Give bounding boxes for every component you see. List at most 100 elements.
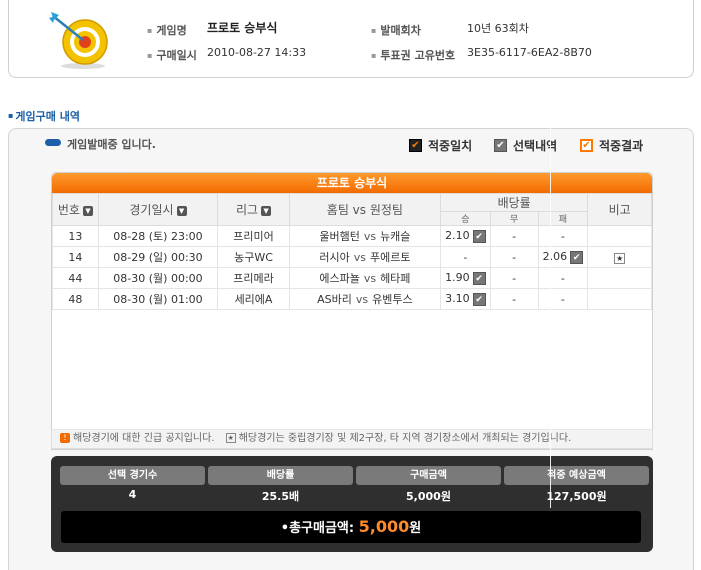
row-lose-odds: - <box>537 225 589 247</box>
round-label: 발매회차 <box>371 22 420 38</box>
col-odds: 배당률 <box>439 193 589 212</box>
row-draw-odds: - <box>489 246 539 268</box>
row-draw-odds: - <box>489 288 539 310</box>
sort-down-icon[interactable]: ▼ <box>82 205 93 216</box>
target-icon <box>49 12 108 69</box>
row-no: 44 <box>52 267 99 289</box>
away-team: 푸에르토 <box>369 251 411 264</box>
legend-hit-match: ✔ 적중일치 <box>409 137 472 154</box>
summary-odds: 25.5배 <box>261 490 300 503</box>
sort-down-icon[interactable]: ▼ <box>176 205 187 216</box>
row-teams: 러시아 vs 푸에르토 <box>288 246 441 268</box>
vs-label: vs <box>355 293 369 306</box>
row-lose-odds: 2.06 ✔ <box>537 246 589 268</box>
row-lose-odds: - <box>537 267 589 289</box>
total-unit: 원 <box>409 521 422 536</box>
col-note: 비고 <box>587 193 652 226</box>
status-indicator-icon <box>45 139 61 146</box>
table-row: 44 08-30 (월) 00:00 프리메라 에스파뇰 vs 헤타페 1.90 ✔ - - <box>52 267 652 289</box>
row-win-odds: 2.10 ✔ <box>439 225 491 247</box>
check-black-icon: ✔ <box>409 139 422 152</box>
selected-check-icon: ✔ <box>472 229 486 243</box>
purchase-date: 2010-08-27 14:33 <box>207 46 307 59</box>
away-team: 헤타페 <box>380 272 411 285</box>
summary-expected-label: 적중 예상금액 <box>504 466 649 485</box>
ticket-id-label: 투표권 고유번호 <box>371 47 455 63</box>
check-gray-icon: ✔ <box>494 139 507 152</box>
row-no: 48 <box>52 288 99 310</box>
table-row: 48 08-30 (월) 01:00 세리에A AS바리 vs 유벤투스 3.10 ✔ - - <box>52 288 652 310</box>
table-row: 14 08-29 (일) 00:30 농구WC 러시아 vs 푸에르토 - -2.06 ✔ ★ <box>52 246 652 268</box>
home-team: 러시아 <box>319 251 350 264</box>
row-note: ★ <box>587 246 652 268</box>
summary-amount-label: 구매금액 <box>356 466 501 485</box>
table-row: 13 08-28 (토) 23:00 프리미어 울버햄턴 vs 뉴캐슬 2.10 ✔ - - <box>52 225 652 247</box>
total-purchase-box: •총구매금액: 5,000원 <box>61 511 641 543</box>
summary-amount: 5,000원 <box>406 490 451 503</box>
col-teams: 홈팀 vs 원정팀 <box>288 193 441 226</box>
row-teams: AS바리 vs 유벤투스 <box>288 288 441 310</box>
sort-down-icon[interactable]: ▼ <box>261 205 272 216</box>
row-no: 14 <box>52 246 99 268</box>
notice-bar: ! 해당경기에 대한 긴급 공지입니다. ★ 해당경기는 중립경기장 및 제2구장,… <box>51 429 653 449</box>
row-note <box>587 225 652 247</box>
row-win-odds: 1.90 ✔ <box>439 267 491 289</box>
row-datetime: 08-30 (월) 00:00 <box>97 267 219 289</box>
row-teams: 에스파뇰 vs 헤타페 <box>288 267 441 289</box>
row-datetime: 08-29 (일) 00:30 <box>97 246 219 268</box>
row-note <box>587 267 652 289</box>
divider-line <box>550 78 551 508</box>
row-league: 프리메라 <box>217 267 290 289</box>
game-name: 프로토 승부식 <box>207 21 278 35</box>
table-title: 프로토 승부식 <box>52 173 652 193</box>
row-datetime: 08-30 (월) 01:00 <box>97 288 219 310</box>
notice-text-neutral: 해당경기는 중립경기장 및 제2구장, 타 지역 경기장소에서 개최되는 경기입… <box>238 433 572 444</box>
check-orange-icon: ✔ <box>580 139 593 152</box>
warning-icon: ! <box>60 433 70 443</box>
selected-check-icon: ✔ <box>570 250 584 264</box>
games-table-card: 프로토 승부식 번호 ▼ 경기일시 ▼ 리그 ▼ 홈팀 vs 원정팀 배당률 비고 승… <box>51 172 653 450</box>
purchase-summary: 선택 경기수 4 배당률 25.5배 구매금액 5,000원 적중 예상금액 1… <box>51 456 653 552</box>
selected-check-icon: ✔ <box>472 292 486 306</box>
vs-label: vs <box>363 272 377 285</box>
games-table: 번호 ▼ 경기일시 ▼ 리그 ▼ 홈팀 vs 원정팀 배당률 비고 승 무 패 13 0… <box>52 193 652 310</box>
row-note <box>587 288 652 310</box>
row-lose-odds: - <box>537 288 589 310</box>
row-draw-odds: - <box>489 225 539 247</box>
row-win-odds: 3.10 ✔ <box>439 288 491 310</box>
summary-expected: 127,500원 <box>546 490 607 503</box>
col-win: 승 <box>439 211 491 226</box>
summary-count-label: 선택 경기수 <box>60 466 205 485</box>
home-team: 울버햄턴 <box>319 230 360 243</box>
star-icon: ★ <box>614 252 626 264</box>
selected-check-icon: ✔ <box>472 271 486 285</box>
summary-count: 4 <box>128 488 137 501</box>
notice-text-urgent: 해당경기에 대한 긴급 공지입니다. <box>73 433 215 444</box>
col-draw: 무 <box>489 211 539 226</box>
row-league: 프리미어 <box>217 225 290 247</box>
col-datetime[interactable]: 경기일시 ▼ <box>97 193 219 226</box>
row-draw-odds: - <box>489 267 539 289</box>
row-datetime: 08-28 (토) 23:00 <box>97 225 219 247</box>
col-no[interactable]: 번호 ▼ <box>52 193 99 226</box>
game-info-panel: 게임명 프로토 승부식 발매회차 10년 63회차 구매일시 2010-08-2… <box>8 0 694 78</box>
total-amount: 5,000 <box>358 517 410 536</box>
away-team: 유벤투스 <box>372 293 413 306</box>
home-team: AS바리 <box>317 293 352 306</box>
round-value: 10년 63회차 <box>467 22 529 35</box>
legend-hit-result: ✔ 적중결과 <box>580 137 643 154</box>
star-icon: ★ <box>225 433 236 443</box>
row-teams: 울버햄턴 vs 뉴캐슬 <box>288 225 441 247</box>
row-league: 농구WC <box>217 246 290 268</box>
row-league: 세리에A <box>217 288 290 310</box>
status-text: 게임발매중 입니다. <box>67 138 156 151</box>
vs-label: vs <box>363 230 377 243</box>
legend-selection: ✔ 선택내역 <box>494 137 557 154</box>
col-league[interactable]: 리그 ▼ <box>217 193 290 226</box>
row-no: 13 <box>52 225 99 247</box>
purchase-history-panel: 게임발매중 입니다. ✔ 적중일치 ✔ 선택내역 ✔ 적중결과 프로토 승부식 … <box>8 128 694 570</box>
section-title: 게임구매 내역 <box>8 108 80 124</box>
vs-label: vs <box>353 251 366 264</box>
game-name-label: 게임명 <box>147 22 186 38</box>
home-team: 에스파뇰 <box>319 272 360 285</box>
